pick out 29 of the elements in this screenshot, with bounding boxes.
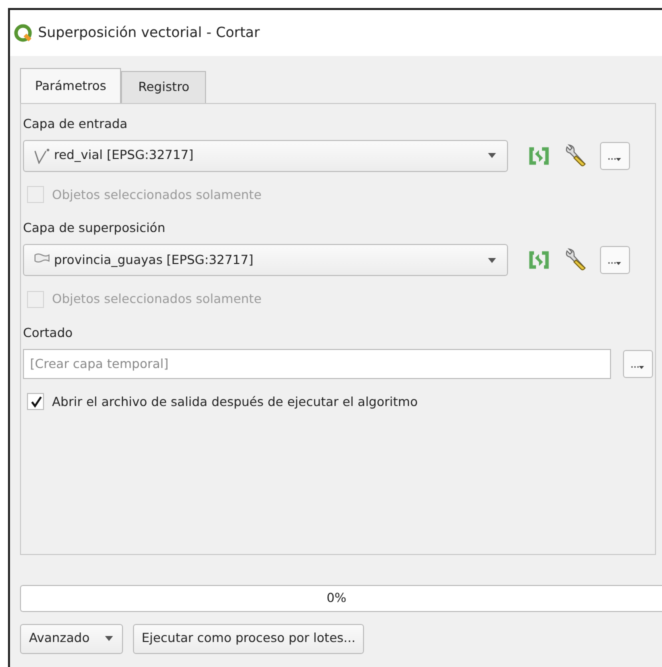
wrench-icon[interactable] [564, 248, 588, 272]
refresh-icon[interactable] [528, 146, 550, 166]
caret-icon [104, 635, 114, 642]
caret-icon [487, 256, 497, 264]
window-title: Superposición vectorial - Cortar [38, 24, 260, 42]
field-label: Capa de entrada [23, 114, 128, 133]
output-field[interactable]: [Crear capa temporal] [23, 348, 611, 378]
line-layer-icon [34, 148, 50, 164]
checkbox[interactable] [27, 393, 44, 410]
tab[interactable]: Registro [121, 71, 206, 103]
layer-dropdown[interactable]: provincia_guayas [EPSG:32717] [23, 244, 508, 276]
app-logo-icon [14, 24, 32, 42]
caret-icon [487, 152, 497, 159]
options-button[interactable] [600, 142, 630, 170]
ellipsis-icon [608, 259, 622, 266]
wrench-icon[interactable] [564, 144, 588, 168]
batch-button[interactable]: Ejecutar como proceso por lotes... [132, 624, 364, 654]
field-label: Cortado [23, 324, 74, 342]
layer-dropdown[interactable]: red_vial [EPSG:32717] [23, 140, 508, 172]
options-button[interactable] [600, 246, 630, 274]
advanced-dropdown[interactable]: Avanzado [20, 624, 123, 654]
checkbox-label: Objetos seleccionados solamente [52, 290, 262, 308]
options-button[interactable] [623, 350, 653, 378]
field-label: Capa de superposición [23, 219, 166, 238]
tab[interactable]: Parámetros [20, 68, 122, 103]
checkbox-label: Objetos seleccionados solamente [52, 186, 262, 204]
checkmark-icon [30, 396, 42, 408]
refresh-icon[interactable] [528, 250, 550, 270]
checkbox-label: Abrir el archivo de salida después de ejecutar el algoritmo [52, 392, 418, 411]
